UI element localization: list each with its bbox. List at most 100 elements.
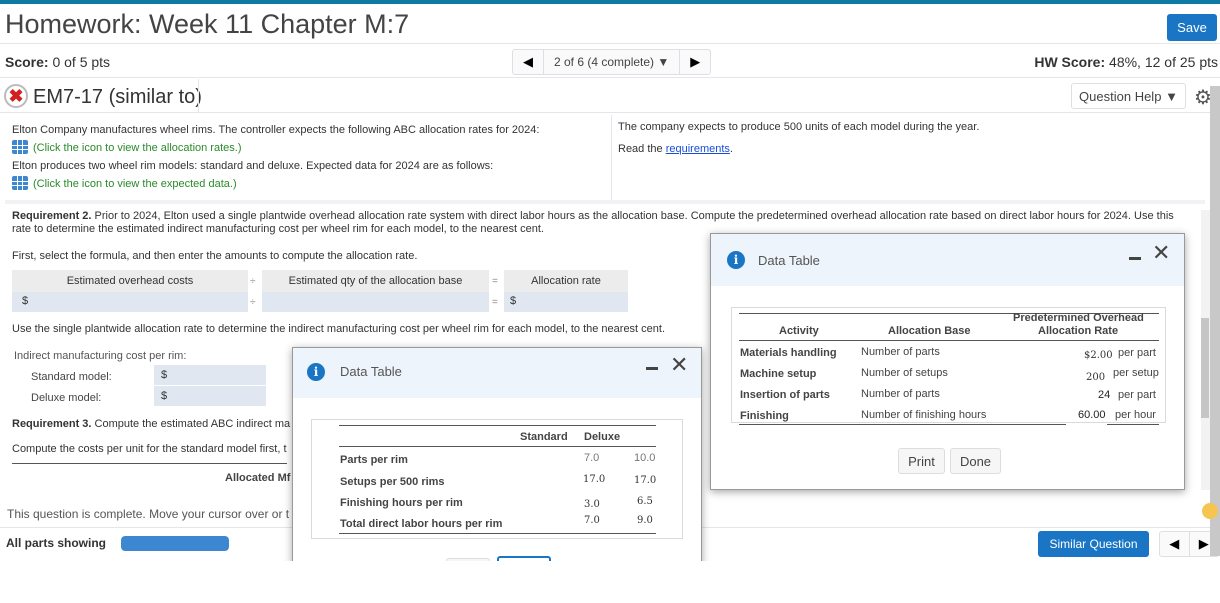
equals-operator: =: [492, 276, 498, 287]
page-scrollbar[interactable]: [1210, 86, 1220, 556]
column-header-rate-line2: Allocation Rate: [1038, 325, 1119, 337]
allocation-base-qty-input[interactable]: [262, 292, 489, 312]
question-title: EM7-17 (similar to): [33, 86, 202, 108]
completion-message: This question is complete. Move your cur…: [7, 507, 290, 521]
blank-area: [0, 561, 1220, 603]
divide-operator: ÷: [250, 276, 256, 287]
close-icon[interactable]: ✕: [1152, 242, 1170, 264]
column-header-allocation-base: Allocation Base: [888, 325, 971, 337]
question-score: Score: 0 of 5 pts: [5, 54, 110, 70]
allocation-rates-table: Activity Allocation Base Predetermined O…: [731, 307, 1166, 425]
rate-value: 24: [1098, 389, 1111, 401]
problem-text-1: Elton Company manufactures wheel rims. T…: [12, 124, 540, 136]
requirement-3-body: Compute the estimated ABC indirect ma: [91, 418, 291, 430]
dialog-title: Data Table: [340, 364, 402, 379]
activity-name: Machine setup: [740, 368, 817, 380]
info-icon: i: [307, 363, 325, 381]
close-icon[interactable]: ✕: [670, 354, 688, 376]
all-parts-label: All parts showing: [6, 536, 107, 550]
activity-name: Materials handling: [740, 347, 837, 359]
currency-symbol: $: [161, 390, 168, 402]
deluxe-model-label: Deluxe model:: [31, 392, 102, 404]
standard-value: 7.0: [584, 515, 600, 526]
next-question-button[interactable]: ▶: [680, 50, 710, 74]
use-rate-instruction: Use the single plantwide allocation rate…: [12, 323, 666, 335]
standard-value: 7.0: [584, 452, 600, 464]
requirement-2-label: Requirement 2.: [12, 210, 92, 222]
score-row: Score: 0 of 5 pts ◀ 2 of 6 (4 complete) …: [0, 45, 1220, 78]
allocation-base: Number of parts: [861, 388, 940, 400]
allocation-base: Number of setups: [861, 367, 948, 379]
save-button[interactable]: Save: [1167, 14, 1217, 41]
score-value: 0 of 5 pts: [52, 54, 111, 70]
standard-model-input[interactable]: $: [154, 365, 266, 385]
activity-name: Finishing: [740, 410, 789, 422]
expected-data-dialog: i Data Table ✕ Standard Deluxe Parts per…: [292, 347, 702, 584]
parts-progress-bar: [121, 536, 229, 551]
currency-symbol: $: [22, 295, 29, 307]
rate-unit: per part: [1118, 389, 1156, 401]
question-select-dropdown[interactable]: 2 of 6 (4 complete) ▼: [543, 50, 681, 74]
row-label: Parts per rim: [340, 454, 408, 466]
requirement-2-body: Prior to 2024, Elton used a single plant…: [12, 210, 1174, 235]
deluxe-value: 10.0: [634, 452, 656, 464]
row-label: Finishing hours per rim: [340, 497, 463, 509]
question-help-label: Question Help: [1079, 88, 1162, 104]
equals-operator: =: [492, 297, 498, 308]
rate-unit: per part: [1118, 347, 1156, 359]
similar-question-button[interactable]: Similar Question: [1038, 531, 1149, 557]
currency-symbol: $: [510, 295, 517, 307]
allocation-rate-formula: Estimated overhead costs ÷ Estimated qty…: [12, 270, 628, 312]
feedback-smiley-icon[interactable]: [1202, 503, 1218, 519]
requirements-link[interactable]: requirements: [666, 143, 730, 155]
problem-side-panel: The company expects to produce 500 units…: [611, 115, 1205, 200]
column-header-activity: Activity: [779, 325, 819, 337]
table-rule: [739, 424, 1066, 425]
requirement-3-text: Requirement 3. Compute the estimated ABC…: [12, 418, 290, 430]
print-button[interactable]: Print: [898, 448, 945, 474]
allocation-rates-link[interactable]: (Click the icon to view the allocation r…: [12, 139, 610, 157]
production-text: The company expects to produce 500 units…: [618, 121, 980, 133]
table-rule: [339, 533, 656, 534]
read-suffix: .: [729, 143, 733, 155]
caret-down-icon: ▼: [657, 55, 670, 69]
formula-numerator-select[interactable]: Estimated overhead costs: [12, 270, 248, 292]
table-rule: [339, 446, 656, 447]
table-icon[interactable]: [12, 140, 28, 154]
incorrect-x-icon: ✖: [4, 84, 28, 108]
table-rule: [739, 340, 1159, 341]
deluxe-value: 9.0: [637, 515, 653, 526]
table-rule: [1107, 424, 1159, 425]
content-scrollbar-thumb[interactable]: [1201, 318, 1209, 418]
estimated-overhead-input[interactable]: $: [12, 292, 248, 312]
minimize-icon[interactable]: [1129, 257, 1141, 260]
previous-question-button[interactable]: ◀: [513, 50, 543, 74]
standard-value: 17.0: [583, 474, 606, 485]
standard-model-label: Standard model:: [31, 371, 112, 383]
column-header-standard: Standard: [520, 431, 568, 443]
previous-button[interactable]: ◀: [1160, 532, 1189, 556]
question-help-button[interactable]: Question Help ▼: [1071, 83, 1186, 109]
row-label: Total direct labor hours per rim: [340, 518, 503, 530]
rate-value: 200: [1086, 372, 1106, 383]
score-label: Score:: [5, 54, 49, 70]
allocation-base: Number of parts: [861, 346, 940, 358]
deluxe-value: 6.5: [637, 496, 653, 507]
formula-denominator-select[interactable]: Estimated qty of the allocation base: [262, 270, 489, 292]
deluxe-model-input[interactable]: $: [154, 386, 266, 406]
table-icon[interactable]: [12, 176, 28, 190]
done-button[interactable]: Done: [950, 448, 1001, 474]
column-header-deluxe: Deluxe: [584, 431, 621, 443]
expected-data-link[interactable]: (Click the icon to view the expected dat…: [12, 175, 610, 193]
minimize-icon[interactable]: [646, 367, 658, 370]
problem-text-2: Elton produces two wheel rim models: sta…: [12, 160, 494, 172]
deluxe-value: 17.0: [634, 475, 657, 486]
progress-fill: [121, 536, 229, 551]
hw-score-value: 48%, 12 of 25 pts: [1109, 54, 1218, 70]
question-navigator: ◀ 2 of 6 (4 complete) ▼ ▶: [512, 49, 712, 75]
allocation-base: Number of finishing hours: [861, 409, 987, 421]
formula-instruction: First, select the formula, and then ente…: [12, 250, 418, 262]
allocation-rate-input[interactable]: $: [504, 292, 628, 312]
divide-operator: ÷: [250, 297, 256, 308]
row-label: Setups per 500 rims: [340, 476, 445, 488]
